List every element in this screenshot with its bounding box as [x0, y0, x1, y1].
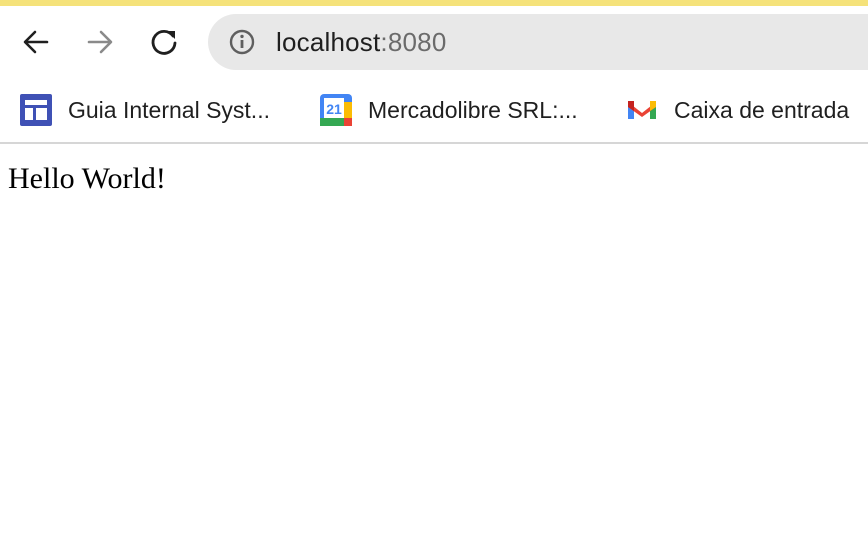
back-button[interactable] [16, 22, 56, 62]
info-circle-icon [229, 29, 255, 55]
url-port: :8080 [380, 27, 447, 57]
calendar-icon: 21 [320, 94, 352, 126]
forward-button[interactable] [80, 22, 120, 62]
reload-icon [151, 29, 177, 55]
bookmark-label: Guia Internal Syst... [68, 96, 270, 123]
page-content: Hello World! [0, 144, 868, 548]
address-bar[interactable]: localhost:8080 [208, 14, 868, 70]
dashboard-icon [20, 94, 52, 126]
gmail-icon [626, 94, 658, 126]
bookmark-mercadolibre[interactable]: 21 Mercadolibre SRL:... [320, 92, 578, 128]
arrow-right-icon [87, 30, 113, 54]
address-url[interactable]: localhost:8080 [276, 27, 447, 57]
url-host: localhost [276, 27, 381, 57]
reload-button[interactable] [144, 22, 184, 62]
site-info-button[interactable] [228, 28, 256, 56]
bookmark-label: Mercadolibre SRL:... [368, 96, 578, 123]
arrow-left-icon [23, 30, 49, 54]
bookmark-label: Caixa de entrada [674, 96, 850, 123]
bookmarks-bar: Guia Internal Syst... 21 Mercadolibre SR… [0, 78, 868, 144]
browser-toolbar: localhost:8080 [0, 6, 868, 78]
bookmark-guia[interactable]: Guia Internal Syst... [20, 92, 270, 128]
bookmark-gmail[interactable]: Caixa de entrada [626, 92, 849, 128]
svg-text:21: 21 [326, 101, 342, 117]
page-body-text: Hello World! [8, 162, 166, 195]
